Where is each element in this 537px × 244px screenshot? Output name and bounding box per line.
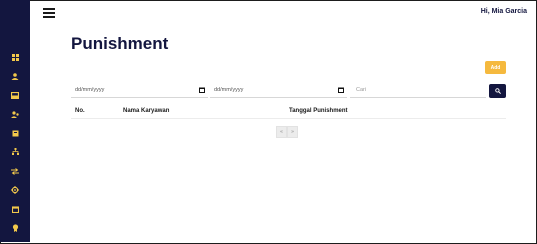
date-to-placeholder: dd/mm/yyyy bbox=[214, 87, 244, 93]
menu-toggle-icon[interactable] bbox=[43, 8, 55, 18]
users-icon[interactable] bbox=[7, 70, 23, 82]
column-header-date: Tanggal Punishment bbox=[289, 108, 348, 114]
settings-icon[interactable] bbox=[7, 184, 23, 196]
search-icon bbox=[494, 88, 501, 94]
user-greeting[interactable]: Hi, Mia Garcia bbox=[481, 8, 527, 15]
pagination: « » bbox=[276, 126, 298, 138]
calendar-picker-icon[interactable] bbox=[338, 87, 344, 93]
date-from-field[interactable]: dd/mm/yyyy bbox=[71, 84, 208, 98]
dashboard-icon[interactable] bbox=[7, 51, 23, 63]
sidebar bbox=[0, 0, 30, 242]
search-button[interactable] bbox=[489, 84, 506, 98]
column-header-no: No. bbox=[75, 108, 85, 114]
previous-page-button[interactable]: « bbox=[276, 126, 287, 138]
date-from-placeholder: dd/mm/yyyy bbox=[75, 87, 105, 93]
next-page-button[interactable]: » bbox=[287, 126, 298, 138]
table-header-divider bbox=[71, 118, 506, 119]
inbox-icon[interactable] bbox=[7, 89, 23, 101]
page-title: Punishment bbox=[71, 34, 169, 53]
search-input[interactable] bbox=[350, 84, 486, 96]
date-to-field[interactable]: dd/mm/yyyy bbox=[210, 84, 347, 98]
folder-icon[interactable] bbox=[7, 127, 23, 139]
calendar-picker-icon[interactable] bbox=[199, 87, 205, 93]
add-button[interactable]: Add bbox=[485, 61, 506, 74]
network-icon[interactable] bbox=[7, 146, 23, 158]
award-icon[interactable] bbox=[7, 222, 23, 234]
column-header-name: Nama Karyawan bbox=[123, 108, 170, 114]
transfer-icon[interactable] bbox=[7, 165, 23, 177]
search-field[interactable] bbox=[350, 84, 486, 98]
user-settings-icon[interactable] bbox=[7, 108, 23, 120]
calendar-icon[interactable] bbox=[7, 203, 23, 215]
